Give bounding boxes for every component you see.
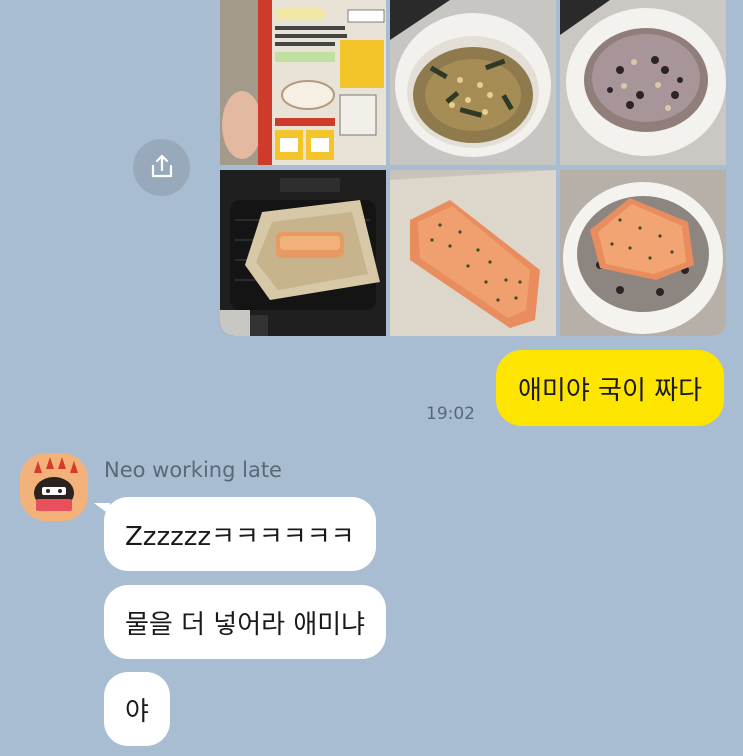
sender-name: Neo working late	[104, 458, 282, 482]
outgoing-message-text: 애미야 국이 짜다	[518, 375, 702, 406]
incoming-message-bubble[interactable]: Zzzzzzㅋㅋㅋㅋㅋㅋ	[104, 497, 376, 571]
incoming-message-bubble[interactable]: 물을 더 넣어라 애미냐	[104, 585, 387, 659]
photo-soup-bowl[interactable]	[390, 0, 556, 165]
message-timestamp: 19:02	[426, 404, 475, 424]
outgoing-message-bubble[interactable]: 애미야 국이 짜다	[496, 350, 724, 426]
incoming-message-bubble[interactable]: 야	[104, 672, 170, 746]
incoming-message-text: 물을 더 넣어라 애미냐	[125, 609, 366, 640]
photo-air-fryer-salmon[interactable]	[220, 170, 386, 336]
photo-package-instructions[interactable]	[220, 0, 386, 165]
incoming-message-text: 야	[125, 696, 149, 727]
photo-salmon-rice-bowl[interactable]	[560, 170, 726, 336]
avatar[interactable]	[20, 453, 88, 521]
photo-grid[interactable]	[220, 0, 726, 336]
share-button[interactable]	[133, 139, 190, 196]
photo-rice-bowl[interactable]	[560, 0, 726, 165]
incoming-message-text: Zzzzzzㅋㅋㅋㅋㅋㅋ	[125, 521, 355, 552]
photo-cooked-salmon[interactable]	[390, 170, 556, 336]
share-icon	[149, 153, 175, 183]
